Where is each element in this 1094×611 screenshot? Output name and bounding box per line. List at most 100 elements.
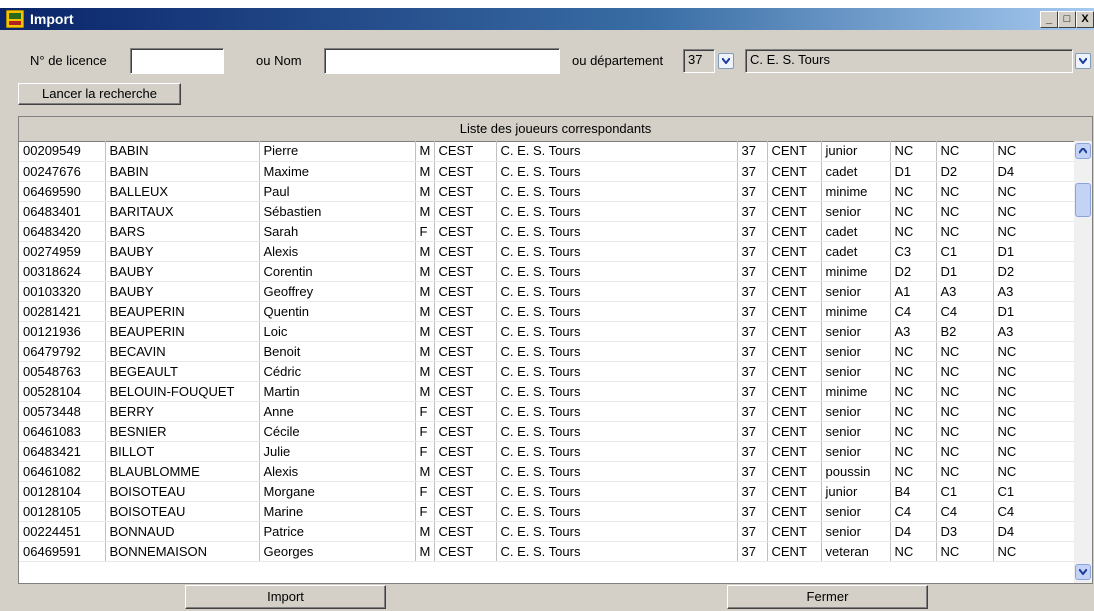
departement-cell: 37 [737,221,768,242]
window-title: Import [30,11,74,27]
rank-3-cell: D2 [993,261,1075,282]
close-window-button[interactable]: X [1076,11,1094,28]
firstname-cell: Alexis [259,241,416,262]
surname-cell: BILLOT [105,441,260,462]
table-row[interactable]: 06461082 BLAUBLOMME Alexis M CEST C. E. S. To… [19,461,1075,482]
licence-cell: 06461082 [19,461,106,482]
surname-cell: BONNAUD [105,521,260,542]
surname-cell: BERRY [105,401,260,422]
surname-cell: BEAUPERIN [105,301,260,322]
surname-cell: BAUBY [105,281,260,302]
category-cell: senior [821,361,891,382]
club-code-cell: CEST [434,441,497,462]
table-row[interactable]: 06479792 BECAVIN Benoit M CEST C. E. S. Tours… [19,341,1075,362]
licence-cell: 06469590 [19,181,106,202]
rank-3-cell: NC [993,141,1075,162]
table-row[interactable]: 06469590 BALLEUX Paul M CEST C. E. S. Tours 37… [19,181,1075,202]
surname-cell: BESNIER [105,421,260,442]
rank-1-cell: NC [890,381,937,402]
table-row[interactable]: 00247676 BABIN Maxime M CEST C. E. S. Tours 37… [19,161,1075,182]
ligue-cell: CENT [767,461,822,482]
departement-cell: 37 [737,541,768,562]
table-row[interactable]: 00224451 BONNAUD Patrice M CEST C. E. S. Tour… [19,521,1075,542]
table-row[interactable]: 06461083 BESNIER Cécile F CEST C. E. S. Tours… [19,421,1075,442]
rank-1-cell: NC [890,221,937,242]
import-button[interactable]: Import [185,585,386,609]
minimize-button[interactable]: _ [1040,11,1058,28]
table-row[interactable]: 00318624 BAUBY Corentin M CEST C. E. S. Tours… [19,261,1075,282]
ligue-cell: CENT [767,261,822,282]
club-name-cell: C. E. S. Tours [496,241,738,262]
table-row[interactable]: 00103320 BAUBY Geoffrey M CEST C. E. S. Tours… [19,281,1075,302]
club-name-cell: C. E. S. Tours [496,141,738,162]
sex-cell: F [415,481,435,502]
table-row[interactable]: 06483401 BARITAUX Sébastien M CEST C. E. S. T… [19,201,1075,222]
surname-cell: BONNEMAISON [105,541,260,562]
rank-3-cell: NC [993,201,1075,222]
club-code-cell: CEST [434,281,497,302]
surname-cell: BAUBY [105,241,260,262]
licence-cell: 00247676 [19,161,106,182]
table-row[interactable]: 00209549 BABIN Pierre M CEST C. E. S. Tours 37… [19,141,1075,162]
firstname-cell: Marine [259,501,416,522]
licence-cell: 00548763 [19,361,106,382]
club-name-cell: C. E. S. Tours [496,441,738,462]
table-row[interactable]: 00548763 BEGEAULT Cédric M CEST C. E. S. Tour… [19,361,1075,382]
sex-cell: M [415,381,435,402]
club-select[interactable]: C. E. S. Tours [745,49,1073,73]
vertical-scrollbar[interactable] [1074,141,1092,583]
table-row[interactable]: 00573448 BERRY Anne F CEST C. E. S. Tours 37 CE… [19,401,1075,422]
close-button[interactable]: Fermer [727,585,928,609]
category-cell: veteran [821,541,891,562]
club-dropdown-icon[interactable] [1075,53,1091,69]
table-row[interactable]: 06483420 BARS Sarah F CEST C. E. S. Tours 37 CE… [19,221,1075,242]
category-cell: cadet [821,221,891,242]
firstname-cell: Julie [259,441,416,462]
departement-cell: 37 [737,421,768,442]
club-name-cell: C. E. S. Tours [496,261,738,282]
table-row[interactable]: 00128104 BOISOTEAU Morgane F CEST C. E. S. To… [19,481,1075,502]
firstname-cell: Georges [259,541,416,562]
departement-cell: 37 [737,241,768,262]
rank-1-cell: C3 [890,241,937,262]
departement-select[interactable]: 37 [683,49,715,73]
firstname-cell: Cécile [259,421,416,442]
scroll-up-icon[interactable] [1075,143,1091,159]
search-button[interactable]: Lancer la recherche [18,83,181,105]
category-cell: minime [821,301,891,322]
rank-3-cell: D1 [993,241,1075,262]
table-row[interactable]: 00121936 BEAUPERIN Loic M CEST C. E. S. Tours… [19,321,1075,342]
departement-dropdown-icon[interactable] [718,53,734,69]
licence-cell: 00103320 [19,281,106,302]
licence-cell: 00281421 [19,301,106,322]
rank-2-cell: D3 [936,521,994,542]
surname-cell: BARITAUX [105,201,260,222]
firstname-cell: Maxime [259,161,416,182]
top-strip [0,0,1094,8]
club-name-cell: C. E. S. Tours [496,501,738,522]
sex-cell: M [415,161,435,182]
ligue-cell: CENT [767,161,822,182]
departement-cell: 37 [737,281,768,302]
rank-3-cell: D4 [993,521,1075,542]
licence-cell: 06479792 [19,341,106,362]
category-cell: senior [821,401,891,422]
licence-cell: 00573448 [19,401,106,422]
ligue-cell: CENT [767,221,822,242]
scroll-thumb[interactable] [1075,183,1091,217]
table-row[interactable]: 06483421 BILLOT Julie F CEST C. E. S. Tours 37… [19,441,1075,462]
surname-cell: BEAUPERIN [105,321,260,342]
nom-input[interactable] [324,48,560,74]
ligue-cell: CENT [767,181,822,202]
sex-cell: M [415,301,435,322]
table-row[interactable]: 00128105 BOISOTEAU Marine F CEST C. E. S. Tou… [19,501,1075,522]
licence-input[interactable] [130,48,224,74]
maximize-button[interactable]: □ [1058,11,1076,28]
table-row[interactable]: 06469591 BONNEMAISON Georges M CEST C. E. S. … [19,541,1075,562]
table-row[interactable]: 00274959 BAUBY Alexis M CEST C. E. S. Tours 37… [19,241,1075,262]
rank-2-cell: NC [936,541,994,562]
table-row[interactable]: 00281421 BEAUPERIN Quentin M CEST C. E. S. To… [19,301,1075,322]
category-cell: minime [821,181,891,202]
scroll-down-icon[interactable] [1075,564,1091,580]
table-row[interactable]: 00528104 BELOUIN-FOUQUET Martin M CEST C. E. … [19,381,1075,402]
